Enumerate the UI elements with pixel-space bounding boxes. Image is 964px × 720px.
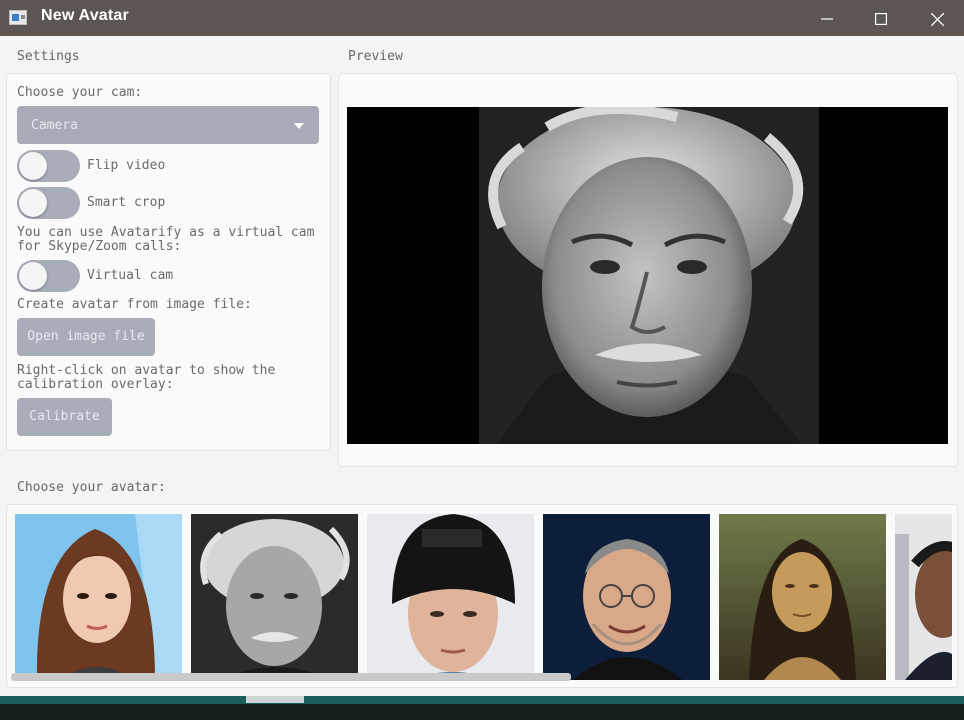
- flip-video-toggle[interactable]: [17, 150, 80, 182]
- obama-portrait-image: [895, 514, 952, 680]
- camera-select-value: Camera: [31, 118, 78, 133]
- taskbar-item[interactable]: [246, 696, 304, 703]
- calibrate-button[interactable]: Calibrate: [17, 398, 112, 436]
- avatars-heading: Choose your avatar:: [17, 480, 166, 495]
- smart-crop-toggle[interactable]: [17, 187, 80, 219]
- open-image-file-button[interactable]: Open image file: [17, 318, 155, 356]
- cam-label: Choose your cam:: [17, 85, 143, 100]
- avatar-thumb-eminem[interactable]: [367, 514, 534, 680]
- close-button[interactable]: [914, 0, 960, 36]
- minimize-icon: [821, 17, 833, 20]
- avatar-thumb-obama[interactable]: [895, 514, 952, 680]
- camera-select[interactable]: Camera: [17, 106, 319, 144]
- close-icon: [930, 12, 944, 27]
- toggle-knob: [19, 152, 47, 180]
- avatar-gallery-scrollbar[interactable]: [11, 673, 571, 681]
- window-title: New Avatar: [41, 7, 129, 24]
- toggle-knob: [19, 189, 47, 217]
- einstein-preview-image: [347, 107, 948, 444]
- flip-video-label: Flip video: [87, 158, 166, 173]
- toggle-knob: [19, 262, 47, 290]
- taskbar-accent: [0, 696, 964, 704]
- mona-lisa-portrait-image: [719, 514, 886, 680]
- image-file-label: Create avatar from image file:: [17, 297, 252, 312]
- avatar-preview-video[interactable]: [347, 107, 948, 444]
- virtual-cam-note: You can use Avatarify as a virtual cam f…: [17, 225, 315, 254]
- calibrate-note: Right-click on avatar to show the calibr…: [17, 363, 276, 392]
- preview-heading: Preview: [348, 49, 403, 64]
- app-icon: [9, 10, 27, 25]
- avatar-thumb-einstein[interactable]: [191, 514, 358, 680]
- chevron-down-icon: [294, 123, 304, 129]
- virtual-cam-toggle[interactable]: [17, 260, 80, 292]
- maximize-icon: [875, 12, 888, 25]
- minimize-button[interactable]: [804, 0, 850, 36]
- woman-portrait-image: [15, 514, 182, 680]
- settings-heading: Settings: [17, 49, 80, 64]
- avatar-thumb-woman[interactable]: [15, 514, 182, 680]
- smart-crop-label: Smart crop: [87, 195, 166, 210]
- title-bar: New Avatar: [0, 0, 964, 36]
- einstein-portrait-image: [191, 514, 358, 680]
- avatar-thumb-mona-lisa[interactable]: [719, 514, 886, 680]
- taskbar: [0, 696, 964, 720]
- virtual-cam-label: Virtual cam: [87, 268, 174, 283]
- jobs-portrait-image: [543, 514, 710, 680]
- maximize-button[interactable]: [858, 0, 904, 36]
- avatar-thumb-jobs[interactable]: [543, 514, 710, 680]
- eminem-portrait-image: [367, 514, 534, 680]
